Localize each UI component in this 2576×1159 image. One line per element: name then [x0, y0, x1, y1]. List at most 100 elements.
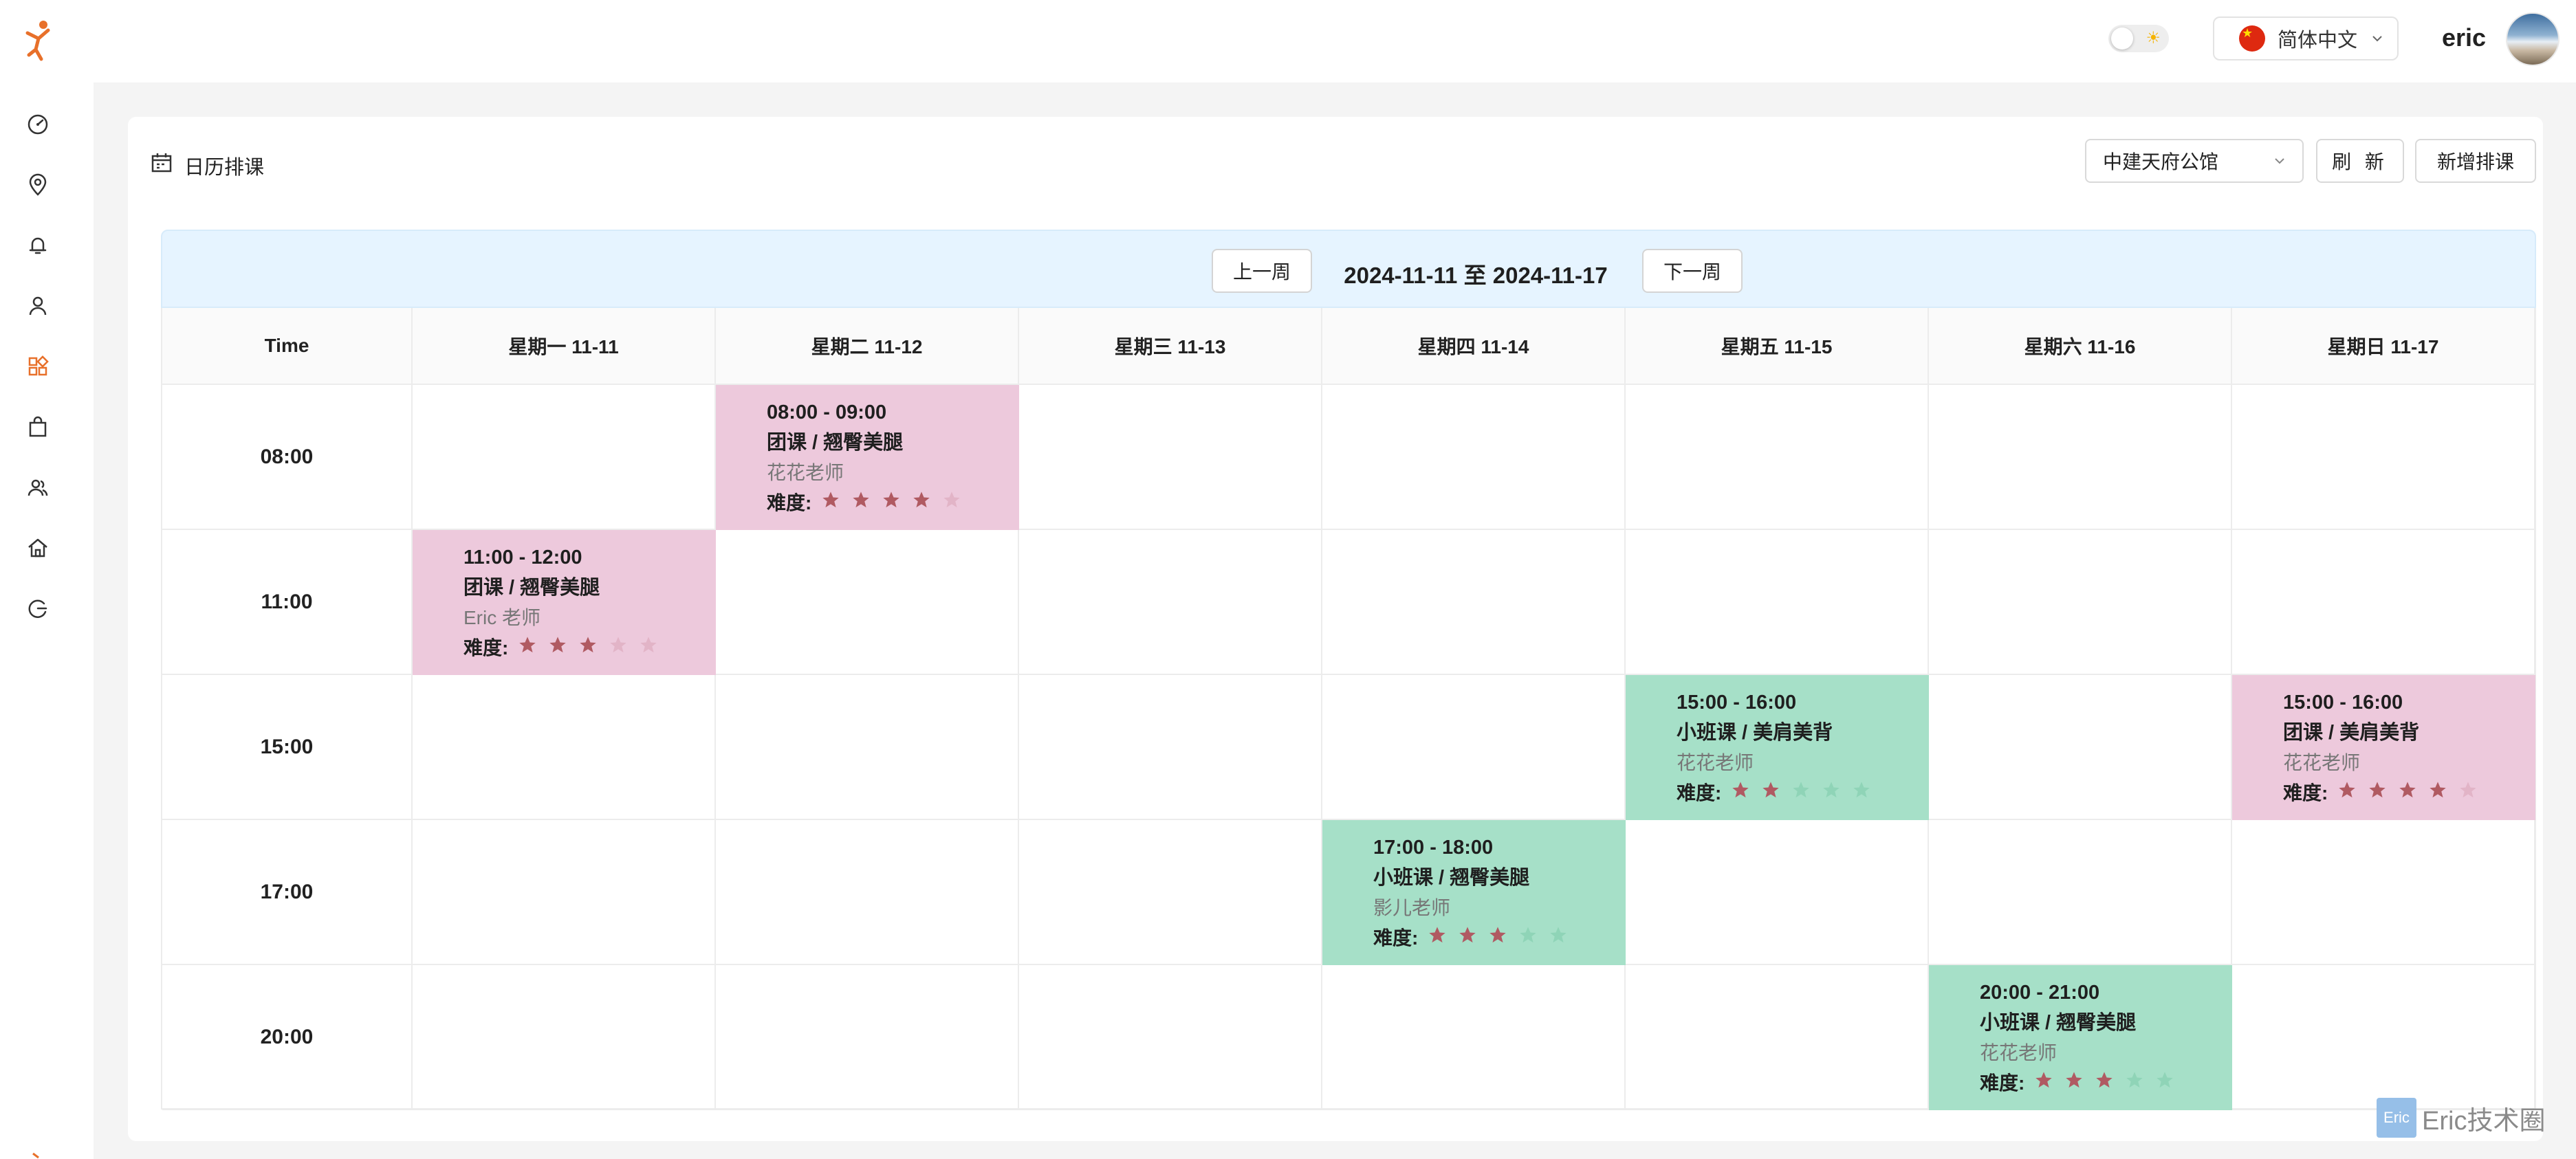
- difficulty-stars: [1428, 923, 1579, 953]
- logout-icon[interactable]: [26, 597, 50, 620]
- course-time: 15:00 - 16:00: [2283, 692, 2403, 714]
- star-empty-icon: [639, 633, 669, 663]
- calendar-cell[interactable]: [1019, 820, 1322, 965]
- star-filled-icon: [2337, 778, 2368, 808]
- star-empty-icon: [2458, 778, 2489, 808]
- calendar-cell[interactable]: [2232, 965, 2535, 1110]
- calendar-cell[interactable]: [413, 385, 716, 530]
- calendar-grid: Time 星期一 11-11 星期二 11-12 星期三 11-13 星期四 11-14…: [161, 308, 2536, 1110]
- calendar-cell[interactable]: [2232, 820, 2535, 965]
- calendar-cell[interactable]: [1019, 965, 1322, 1110]
- star-filled-icon: [2368, 778, 2398, 808]
- language-label: 简体中文: [2278, 30, 2358, 52]
- day-column-header: 星期六 11-16: [1929, 308, 2232, 385]
- calendar-cell[interactable]: [413, 965, 716, 1110]
- difficulty-stars: [2034, 1068, 2185, 1099]
- difficulty-stars: [2337, 778, 2489, 808]
- refresh-button[interactable]: 刷 新: [2316, 139, 2404, 183]
- user-icon[interactable]: [26, 294, 50, 318]
- calendar-cell[interactable]: [1322, 530, 1626, 675]
- star-filled-icon: [2095, 1068, 2125, 1099]
- difficulty-label: 难度:: [1373, 927, 1419, 949]
- studio-select[interactable]: 中建天府公馆: [2085, 139, 2304, 183]
- app-logo-icon[interactable]: [21, 19, 55, 62]
- star-filled-icon: [1458, 923, 1488, 953]
- calendar-cell[interactable]: [1626, 820, 1929, 965]
- calendar-cell[interactable]: [1322, 675, 1626, 820]
- calendar-cell[interactable]: [1322, 965, 1626, 1110]
- course-event[interactable]: 17:00 - 18:00 小班课 / 翘臀美腿 影儿老师 难度:: [1322, 820, 1626, 965]
- day-column-header: 星期五 11-15: [1626, 308, 1929, 385]
- calendar-cell[interactable]: [1929, 530, 2232, 675]
- difficulty-label: 难度:: [463, 637, 509, 659]
- course-time: 15:00 - 16:00: [1677, 692, 1797, 714]
- star-filled-icon: [578, 633, 609, 663]
- next-week-button[interactable]: 下一周: [1642, 249, 1743, 293]
- calendar-cell[interactable]: [716, 820, 1019, 965]
- star-filled-icon: [2398, 778, 2428, 808]
- username: eric: [2442, 23, 2487, 52]
- course-teacher: Eric 老师: [463, 607, 541, 628]
- star-filled-icon: [821, 488, 851, 518]
- home-icon[interactable]: [26, 536, 50, 560]
- calendar-cell[interactable]: [716, 965, 1019, 1110]
- prev-week-button[interactable]: 上一周: [1212, 249, 1312, 293]
- star-filled-icon: [882, 488, 912, 518]
- calendar-cell[interactable]: [1626, 965, 1929, 1110]
- watermark-badge: Eric: [2377, 1098, 2416, 1138]
- calendar-cell[interactable]: [1929, 385, 2232, 530]
- calendar-cell[interactable]: [2232, 530, 2535, 675]
- sun-icon: ☀: [2146, 28, 2161, 47]
- calendar-cell[interactable]: [1626, 385, 1929, 530]
- time-slot-label: 17:00: [162, 820, 413, 965]
- course-difficulty: 难度:: [767, 488, 1019, 518]
- top-header: ☀ ★ 简体中文 eric: [0, 0, 2576, 82]
- apps-grid-icon[interactable]: [26, 355, 50, 378]
- watermark-text: Eric技术圈: [2422, 1106, 2546, 1136]
- time-slot-label: 11:00: [162, 530, 413, 675]
- team-icon[interactable]: [26, 476, 50, 499]
- day-column-header: 星期二 11-12: [716, 308, 1019, 385]
- collapse-arrow-icon[interactable]: [30, 1151, 47, 1159]
- course-title: 团课 / 美肩美背: [2283, 722, 2420, 744]
- course-time: 20:00 - 21:00: [1980, 982, 2100, 1004]
- sidebar: [0, 82, 94, 1159]
- dashboard-icon[interactable]: [26, 113, 50, 136]
- calendar-cell[interactable]: [1929, 675, 2232, 820]
- course-event[interactable]: 15:00 - 16:00 小班课 / 美肩美背 花花老师 难度:: [1626, 675, 1929, 820]
- course-teacher: 花花老师: [2283, 752, 2361, 773]
- location-pin-icon[interactable]: [26, 173, 50, 197]
- calendar-cell[interactable]: [1019, 385, 1322, 530]
- course-event[interactable]: 15:00 - 16:00 团课 / 美肩美背 花花老师 难度:: [2232, 675, 2535, 820]
- calendar-cell[interactable]: [1322, 385, 1626, 530]
- add-schedule-button[interactable]: 新增排课: [2415, 139, 2536, 183]
- calendar-cell[interactable]: [1929, 820, 2232, 965]
- course-event[interactable]: 08:00 - 09:00 团课 / 翘臀美腿 花花老师 难度:: [716, 385, 1019, 530]
- course-difficulty: 难度:: [1980, 1068, 2232, 1099]
- course-title: 小班课 / 翘臀美腿: [1980, 1012, 2137, 1034]
- chevron-down-icon: [2372, 36, 2382, 42]
- calendar-cell[interactable]: [413, 675, 716, 820]
- calendar-cell[interactable]: [1019, 530, 1322, 675]
- calendar-cell[interactable]: [716, 530, 1019, 675]
- difficulty-label: 难度:: [1677, 782, 1722, 804]
- course-event[interactable]: 11:00 - 12:00 团课 / 翘臀美腿 Eric 老师 难度:: [413, 530, 716, 675]
- bell-icon[interactable]: [26, 234, 50, 257]
- calendar-cell[interactable]: [2232, 385, 2535, 530]
- course-event[interactable]: 20:00 - 21:00 小班课 / 翘臀美腿 花花老师 难度:: [1929, 965, 2232, 1110]
- page-title: 日历排课: [184, 157, 265, 179]
- star-empty-icon: [609, 633, 639, 663]
- avatar[interactable]: [2506, 12, 2559, 66]
- language-select[interactable]: ★ 简体中文: [2213, 16, 2399, 60]
- calendar-cell[interactable]: [1626, 530, 1929, 675]
- star-empty-icon: [1549, 923, 1579, 953]
- calendar-cell[interactable]: [716, 675, 1019, 820]
- theme-toggle[interactable]: ☀: [2108, 25, 2169, 52]
- calendar-cell[interactable]: [413, 820, 716, 965]
- star-filled-icon: [2034, 1068, 2064, 1099]
- calendar-cell[interactable]: [1019, 675, 1322, 820]
- shopping-bag-icon[interactable]: [26, 415, 50, 439]
- star-empty-icon: [1822, 778, 1852, 808]
- course-teacher: 花花老师: [1677, 752, 1754, 773]
- star-filled-icon: [518, 633, 548, 663]
